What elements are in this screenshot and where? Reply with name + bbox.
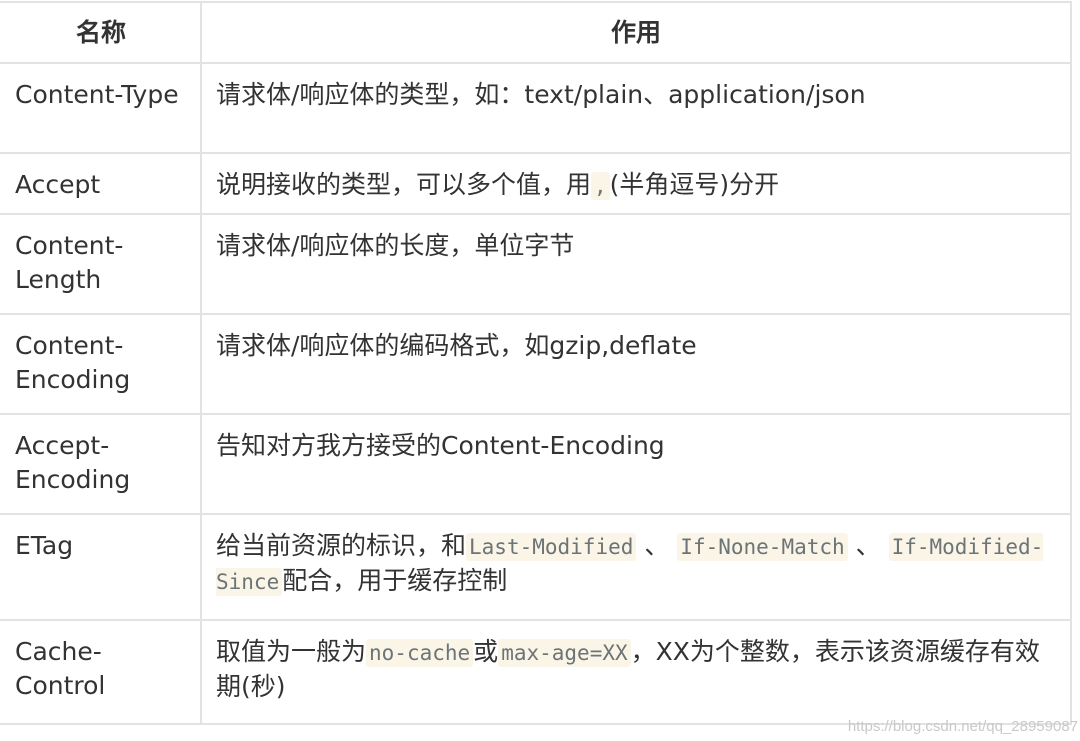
table-row: Accept 说明接收的类型，可以多个值，用, (半角逗号)分开: [0, 152, 1072, 215]
purpose-text: 、: [636, 531, 678, 560]
row-purpose: 给当前资源的标识，和 Last-Modified 、 If-None-Match …: [200, 513, 1072, 621]
header-name: 名称: [0, 1, 202, 64]
row-purpose: 取值为一般为 no-cache 或 max-age=XX ，XX为个整数，表示该资源缓存…: [200, 619, 1072, 725]
table-row: Content-Type 请求体/响应体的类型，如：text/plain、app…: [0, 62, 1072, 154]
purpose-text: 给当前资源的标识，和: [216, 531, 467, 560]
row-purpose: 请求体/响应体的编码格式，如gzip,deflate: [200, 313, 1072, 415]
purpose-text: 或: [473, 637, 499, 666]
row-name: Accept: [0, 152, 202, 215]
table-row: ETag 给当前资源的标识，和 Last-Modified 、 If-None-M…: [0, 513, 1072, 621]
table-row: Cache-Control 取值为一般为 no-cache 或 max-age=XX，…: [0, 619, 1072, 725]
inline-code: max-age=XX: [498, 639, 631, 667]
purpose-text: 配合，用于缓存控制: [282, 566, 508, 595]
purpose-text: 说明接收的类型，可以多个值，用: [216, 170, 592, 199]
inline-code: no-cache: [366, 639, 474, 667]
inline-code: Last-Modified: [466, 533, 637, 561]
row-purpose: 请求体/响应体的长度，单位字节: [200, 213, 1072, 315]
http-headers-table: 名称 作用 Content-Type 请求体/响应体的类型，如：text/pla…: [0, 1, 1072, 725]
purpose-text: 、: [847, 531, 889, 560]
purpose-text: (半角逗号)分开: [609, 170, 780, 199]
row-name: Accept-Encoding: [0, 413, 202, 515]
row-purpose: 说明接收的类型，可以多个值，用, (半角逗号)分开: [200, 152, 1072, 215]
table-row: Accept-Encoding 告知对方我方接受的Content-Encodin…: [0, 413, 1072, 515]
row-purpose: 告知对方我方接受的Content-Encoding: [200, 413, 1072, 515]
row-name: Content-Type: [0, 62, 202, 154]
purpose-text: 请求体/响应体的类型，如：text/plain、application/json: [216, 80, 866, 109]
table-row: Content-Length 请求体/响应体的长度，单位字节: [0, 213, 1072, 315]
table-row: Content-Encoding 请求体/响应体的编码格式，如gzip,defl…: [0, 313, 1072, 415]
row-name: Content-Encoding: [0, 313, 202, 415]
row-name: Content-Length: [0, 213, 202, 315]
table-header-row: 名称 作用: [0, 1, 1072, 64]
inline-code: ,: [591, 172, 610, 200]
watermark: https://blog.csdn.net/qq_28959087: [847, 718, 1078, 735]
inline-code: If-None-Match: [677, 533, 848, 561]
header-purpose: 作用: [200, 1, 1072, 64]
row-name: Cache-Control: [0, 619, 202, 725]
row-purpose: 请求体/响应体的类型，如：text/plain、application/json: [200, 62, 1072, 154]
purpose-text: 请求体/响应体的长度，单位字节: [216, 231, 575, 260]
purpose-text: 请求体/响应体的编码格式，如gzip,deflate: [216, 331, 697, 360]
purpose-text: 告知对方我方接受的Content-Encoding: [216, 431, 665, 460]
purpose-text: 取值为一般为: [216, 637, 367, 666]
row-name: ETag: [0, 513, 202, 621]
